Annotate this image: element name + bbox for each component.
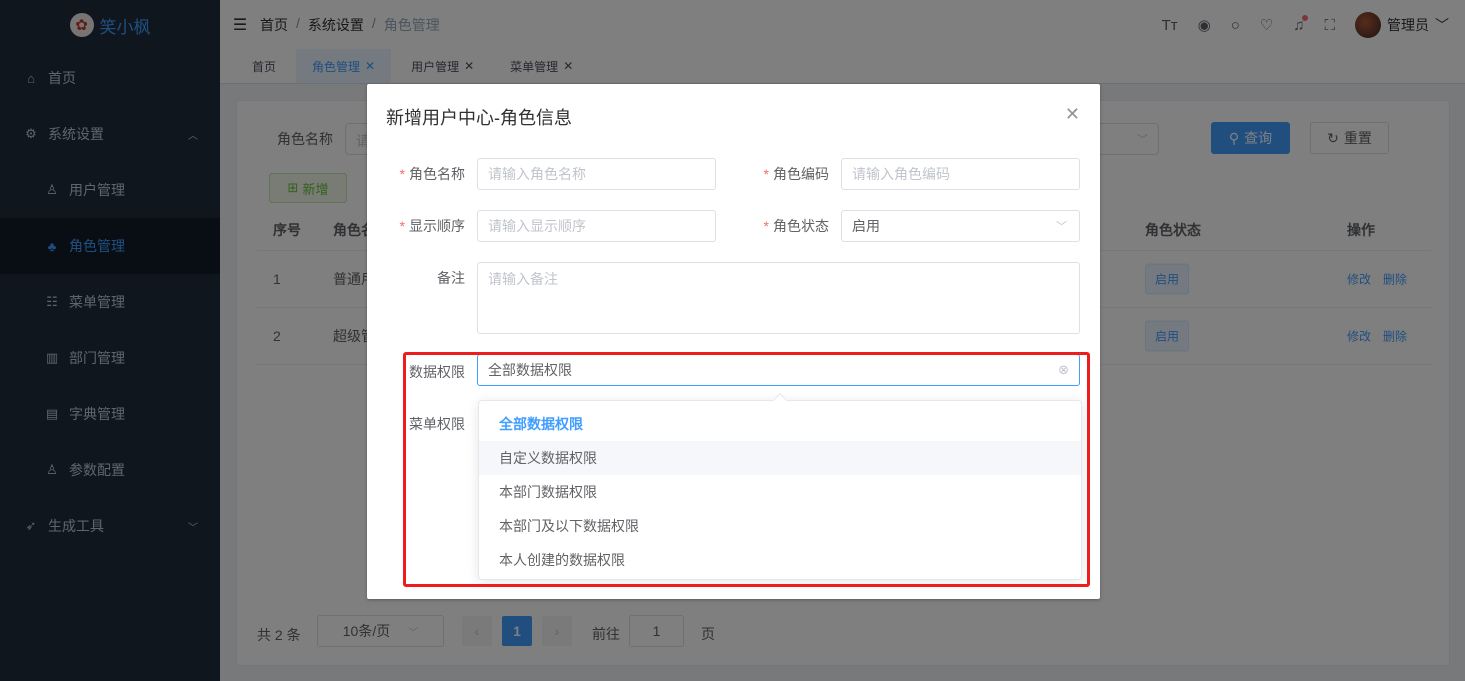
role-code-input[interactable]: 请输入角色编码 bbox=[841, 158, 1080, 190]
close-icon[interactable]: ✕ bbox=[1065, 104, 1080, 125]
display-order-input[interactable]: 请输入显示顺序 bbox=[477, 210, 716, 242]
remark-label: 备注 bbox=[437, 270, 465, 286]
chevron-down-icon: ﹀ bbox=[1056, 221, 1067, 233]
role-name-label: * 角色名称 bbox=[399, 166, 465, 182]
role-code-label: * 角色编码 bbox=[763, 166, 829, 182]
role-status-value: 启用 bbox=[852, 218, 880, 234]
role-name-input[interactable]: 请输入角色名称 bbox=[477, 158, 716, 190]
display-order-label: * 显示顺序 bbox=[399, 218, 465, 234]
remark-textarea[interactable]: 请输入备注 bbox=[477, 262, 1080, 334]
dialog-title: 新增用户中心-角色信息 bbox=[386, 108, 572, 128]
role-code-label-text: 角色编码 bbox=[773, 166, 829, 182]
highlight-box bbox=[403, 352, 1090, 587]
role-name-label-text: 角色名称 bbox=[409, 166, 465, 182]
display-order-label-text: 显示顺序 bbox=[409, 218, 465, 234]
role-status-label-text: 角色状态 bbox=[773, 218, 829, 234]
role-status-select[interactable]: 启用 ﹀ bbox=[841, 210, 1080, 242]
role-status-label: * 角色状态 bbox=[763, 218, 829, 234]
